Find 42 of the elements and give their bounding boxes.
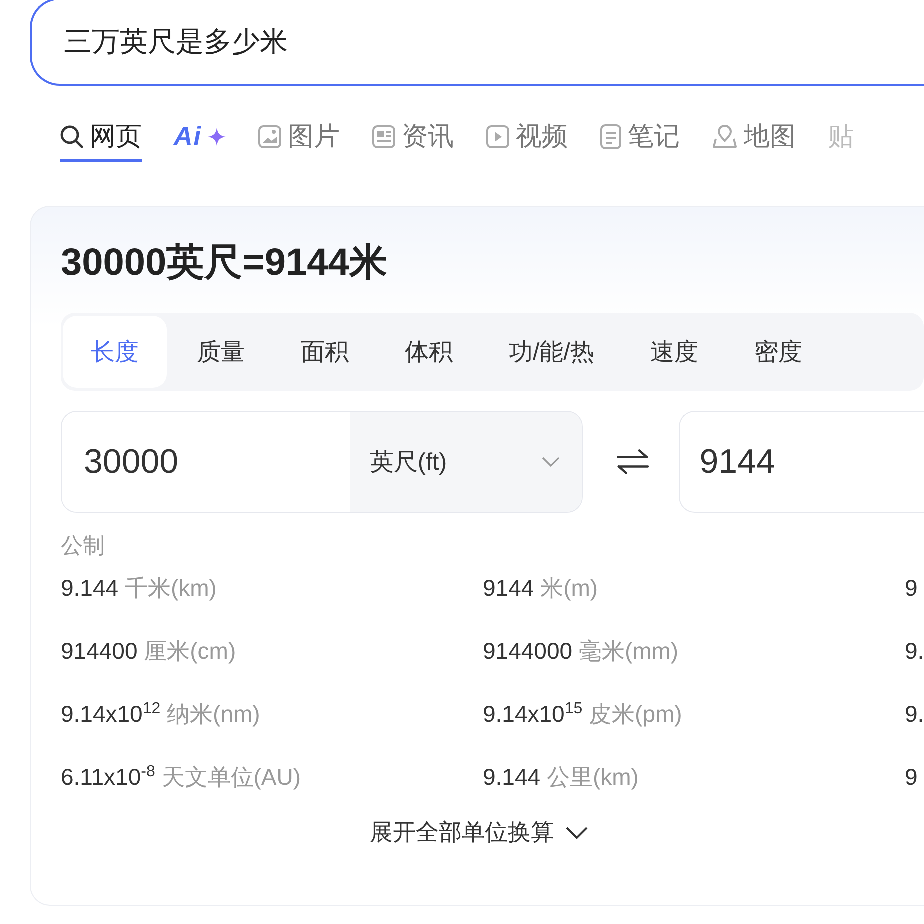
chevron-down-icon (542, 457, 560, 467)
chevron-down-icon (566, 826, 588, 838)
category-tab[interactable]: 速度 (624, 316, 724, 388)
search-tab[interactable]: 网页 (60, 114, 142, 162)
category-tab[interactable]: 面积 (275, 316, 375, 388)
conversion-result: 9144000 毫米(mm) (483, 638, 679, 664)
swap-icon[interactable] (616, 449, 649, 475)
result-value-input[interactable]: 9144 (678, 411, 924, 513)
search-tab[interactable]: 地图 (712, 114, 796, 162)
unit-dropdown[interactable]: 英尺(ft) (350, 412, 582, 512)
conversion-result: 9.144 公里(km) (483, 764, 639, 790)
search-tab[interactable]: 资讯 (372, 114, 454, 162)
category-tab[interactable]: 体积 (379, 316, 479, 388)
search-icon (60, 124, 84, 150)
conversion-result: 9144 米(m) (483, 575, 598, 601)
news-icon (372, 124, 396, 148)
ai-tab[interactable]: Ai (174, 114, 226, 162)
conversion-result: 9. (905, 701, 924, 727)
conversion-result: 9.14x10$^{15}$ 皮米(pm) (483, 701, 682, 727)
map-pin-icon (712, 124, 738, 148)
category-tab[interactable]: 密度 (728, 316, 828, 388)
search-tab[interactable]: 图片 (258, 114, 340, 162)
category-tab[interactable]: 功/能/热 (483, 316, 620, 388)
conversion-result: 9.14x10$^{12}$ 纳米(nm) (61, 701, 260, 727)
conversion-result: 6.11x10$^{-8}$ 天文单位(AU) (61, 764, 302, 790)
search-tab[interactable]: 笔记 (600, 114, 680, 162)
image-icon (258, 124, 282, 148)
search-tab[interactable]: 视频 (486, 114, 568, 162)
conversion-result: 9 (905, 764, 918, 790)
conversion-result: 914400 厘米(cm) (61, 638, 236, 664)
expand-link[interactable]: 展开全部单位换算 (370, 817, 588, 848)
search-field[interactable]: 三万英尺是多少米 (30, 0, 924, 86)
conversion-result: 9 (905, 575, 918, 601)
sparkle-icon (208, 128, 226, 146)
conversion-result: 9. (905, 638, 924, 664)
result-title: 30000英尺=9144米 (61, 241, 388, 286)
category-tab[interactable]: 质量 (171, 316, 271, 388)
note-icon (600, 124, 622, 150)
category-tab[interactable]: 长度 (63, 316, 167, 388)
video-icon (486, 124, 510, 148)
section-label: 公制 (61, 533, 105, 558)
conversion-result: 9.144 千米(km) (61, 575, 217, 601)
